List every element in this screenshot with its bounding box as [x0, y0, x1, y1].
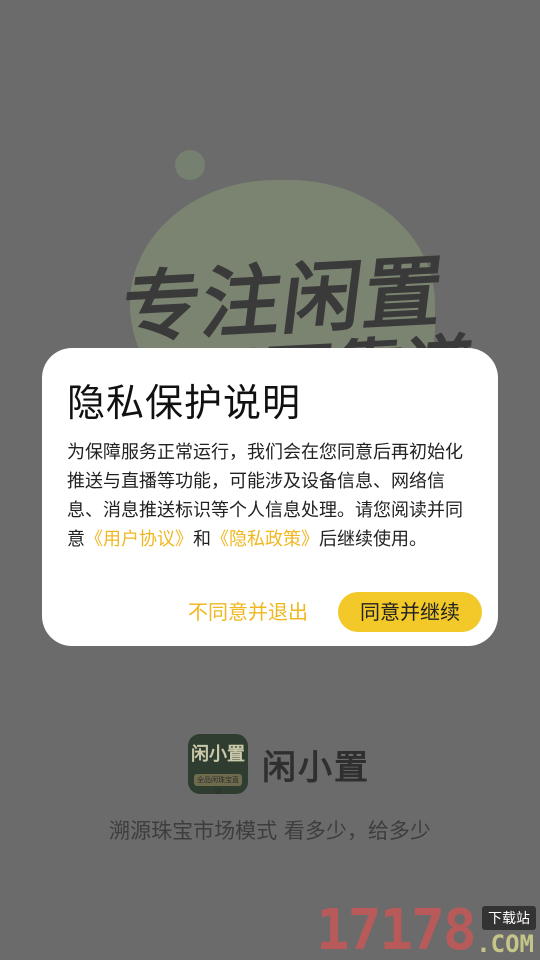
watermark-domain: .COM: [476, 930, 534, 958]
brand-name: 闲小置: [262, 747, 370, 788]
user-agreement-link[interactable]: 《用户协议》: [85, 529, 193, 550]
privacy-dialog: 隐私保护说明 为保障服务正常运行，我们会在您同意后再初始化推送与直播等功能，可能…: [42, 348, 498, 646]
watermark-tag: 下载站: [482, 906, 536, 930]
app-logo-icon: 闲小置 全品闲珠宝直销: [188, 734, 248, 794]
disagree-exit-button[interactable]: 不同意并退出: [188, 596, 308, 625]
body-and: 和: [193, 529, 211, 550]
brand-block: 闲小置 全品闲珠宝直销 闲小置: [188, 734, 370, 794]
brand-tagline: 溯源珠宝市场模式 看多少，给多少: [109, 819, 431, 843]
logo-subtext: 全品闲珠宝直销: [194, 774, 242, 794]
dialog-body: 为保障服务正常运行，我们会在您同意后再初始化推送与直播等功能，可能涉及设备信息、…: [67, 438, 477, 554]
agree-continue-button[interactable]: 同意并继续: [338, 592, 482, 632]
body-suffix: 后继续使用。: [319, 529, 427, 550]
decorative-dot: [175, 150, 205, 180]
logo-text: 闲小置: [191, 744, 245, 765]
dialog-title: 隐私保护说明: [67, 381, 302, 425]
watermark-number: 17178: [316, 898, 477, 960]
watermark: 17178 下载站 .COM: [314, 898, 540, 960]
privacy-policy-link[interactable]: 《隐私政策》: [211, 529, 319, 550]
